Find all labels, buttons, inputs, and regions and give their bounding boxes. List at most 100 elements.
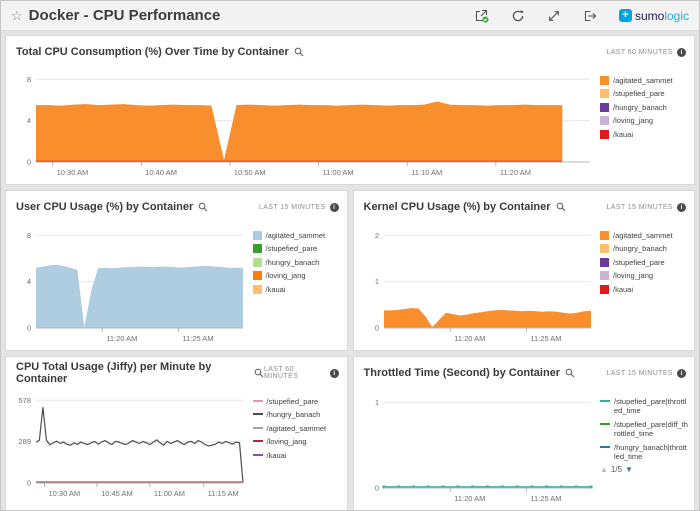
chart-total-cpu-consumption[interactable]: 04810:30 AM10:40 AM10:50 AM11:00 AM11:10… (10, 64, 598, 180)
svg-text:11:10 AM: 11:10 AM (411, 168, 442, 177)
legend-item[interactable]: /stupefied_pare|diff_throttled_time (600, 420, 688, 439)
dashboard-title: Docker - CPU Performance (29, 7, 221, 24)
svg-text:10:30 AM: 10:30 AM (48, 489, 80, 498)
legend-label: /hungry_banach (613, 244, 667, 253)
zoom-icon[interactable] (565, 368, 575, 378)
legend-label: /stupefied_pare|diff_throttled_time (614, 420, 688, 439)
svg-text:11:15 AM: 11:15 AM (208, 489, 239, 498)
svg-text:11:20 AM: 11:20 AM (500, 168, 531, 177)
legend-item[interactable]: /loving_jang (600, 271, 688, 280)
legend-item[interactable]: /stupefied_pare (600, 89, 688, 98)
legend-item[interactable]: /kauai (253, 285, 341, 294)
legend-label: /stupefied_pare|throttled_time (614, 397, 688, 416)
legend-item[interactable]: /stupefied_pare|throttled_time (600, 397, 688, 416)
panel-kernel-cpu-usage: Kernel CPU Usage (%) by Container LAST 1… (353, 190, 696, 351)
share-dashboard-button[interactable] (471, 7, 493, 25)
chart-svg: 01211:20 AM11:25 AM (358, 219, 599, 346)
legend-label: /agitated_sammet (613, 231, 673, 240)
chart-user-cpu-usage[interactable]: 04811:20 AM11:25 AM (10, 219, 251, 346)
legend-swatch-icon (600, 116, 609, 125)
panel-cpu-total-usage-jiffy: CPU Total Usage (Jiffy) per Minute by Co… (5, 356, 348, 511)
legend-item[interactable]: /hungry_banach (600, 103, 688, 112)
info-icon[interactable]: i (677, 203, 686, 212)
favorite-star-icon[interactable]: ☆ (11, 8, 23, 24)
legend: /agitated_sammet/hungry_banach/stupefied… (598, 219, 690, 346)
time-range-badge: LAST 15 MINUTES (259, 204, 326, 211)
pager-down-icon[interactable]: ▼ (625, 465, 633, 474)
legend-swatch-icon (253, 285, 262, 294)
legend-label: /loving_jang (267, 437, 307, 446)
legend-item[interactable]: /hungry_banach (600, 244, 688, 253)
legend-label: /agitated_sammet (613, 76, 673, 85)
svg-text:2: 2 (374, 231, 378, 240)
export-icon (583, 9, 597, 23)
legend-label: /agitated_sammet (267, 424, 327, 433)
svg-text:0: 0 (27, 324, 31, 333)
svg-text:11:25 AM: 11:25 AM (530, 334, 561, 343)
chart-svg: 0111:20 AM11:25 AM (358, 385, 599, 506)
pager-up-icon[interactable]: ▲ (600, 465, 608, 474)
legend-swatch-icon (600, 244, 609, 253)
panel-title: User CPU Usage (%) by Container (16, 201, 193, 213)
info-icon[interactable]: i (677, 48, 686, 57)
svg-text:0: 0 (374, 324, 378, 333)
legend-label: /stupefied_pare (613, 258, 665, 267)
legend-item[interactable]: /kauai (253, 451, 341, 460)
info-icon[interactable]: i (330, 369, 338, 378)
legend-swatch-icon (600, 103, 609, 112)
legend-item[interactable]: /hungry_banach (253, 410, 341, 419)
legend-item[interactable]: /hungry_banach|throttled_time (600, 443, 688, 462)
legend-swatch-icon (253, 231, 262, 240)
chart-cpu-total-usage-jiffy[interactable]: 028957810:30 AM10:45 AM11:00 AM11:15 AM (10, 385, 251, 511)
legend-swatch-icon (600, 231, 609, 240)
chart-kernel-cpu-usage[interactable]: 01211:20 AM11:25 AM (358, 219, 599, 346)
info-icon[interactable]: i (330, 203, 339, 212)
chart-throttled-time[interactable]: 0111:20 AM11:25 AM (358, 385, 599, 511)
legend-label: /hungry_banach (266, 258, 320, 267)
zoom-icon[interactable] (254, 368, 264, 378)
info-icon[interactable]: i (677, 369, 686, 378)
legend-item[interactable]: /kauai (600, 130, 688, 139)
legend-item[interactable]: /agitated_sammet (253, 424, 341, 433)
logo-text-logic: logic (664, 9, 689, 23)
export-button[interactable] (579, 7, 601, 25)
legend-item[interactable]: /agitated_sammet (600, 231, 688, 240)
legend-item[interactable]: /stupefied_pare (253, 244, 341, 253)
legend-item[interactable]: /agitated_sammet (600, 76, 688, 85)
refresh-button[interactable] (507, 7, 529, 25)
legend-item[interactable]: /stupefied_pare (600, 258, 688, 267)
svg-text:11:00 AM: 11:00 AM (154, 489, 185, 498)
refresh-icon (511, 9, 525, 23)
legend-item[interactable]: /hungry_banach (253, 258, 341, 267)
svg-text:11:20 AM: 11:20 AM (106, 334, 137, 343)
legend-pager: ▲ 1/5 ▼ (600, 465, 688, 474)
legend-item[interactable]: /loving_jang (253, 437, 341, 446)
legend-swatch-icon (600, 285, 609, 294)
time-range-badge: LAST 60 MINUTES (606, 49, 673, 56)
panel-title: CPU Total Usage (Jiffy) per Minute by Co… (16, 361, 249, 385)
svg-text:11:20 AM: 11:20 AM (454, 494, 485, 503)
time-range-badge: LAST 15 MINUTES (606, 204, 673, 211)
svg-text:0: 0 (27, 479, 31, 488)
legend-label: /stupefied_pare (266, 244, 318, 253)
legend-swatch-icon (600, 271, 609, 280)
zoom-icon[interactable] (556, 202, 566, 212)
svg-text:0: 0 (374, 484, 378, 493)
legend-label: /loving_jang (266, 271, 306, 280)
sumologic-logo[interactable]: + sumologic (619, 9, 689, 23)
legend-item[interactable]: /loving_jang (253, 271, 341, 280)
logo-text-sumo: sumo (635, 9, 664, 23)
zoom-icon[interactable] (294, 47, 304, 57)
legend-item[interactable]: /stupefied_pare (253, 397, 341, 406)
time-range-badge: LAST 15 MINUTES (606, 370, 673, 377)
legend-item[interactable]: /loving_jang (600, 116, 688, 125)
fullscreen-button[interactable] (543, 7, 565, 25)
legend-swatch-icon (600, 423, 610, 425)
panel-throttled-time: Throttled Time (Second) by Container LAS… (353, 356, 696, 511)
legend-item[interactable]: /agitated_sammet (253, 231, 341, 240)
panel-user-cpu-usage: User CPU Usage (%) by Container LAST 15 … (5, 190, 348, 351)
legend-swatch-icon (600, 130, 609, 139)
zoom-icon[interactable] (198, 202, 208, 212)
share-icon (474, 8, 489, 23)
legend-item[interactable]: /kauai (600, 285, 688, 294)
